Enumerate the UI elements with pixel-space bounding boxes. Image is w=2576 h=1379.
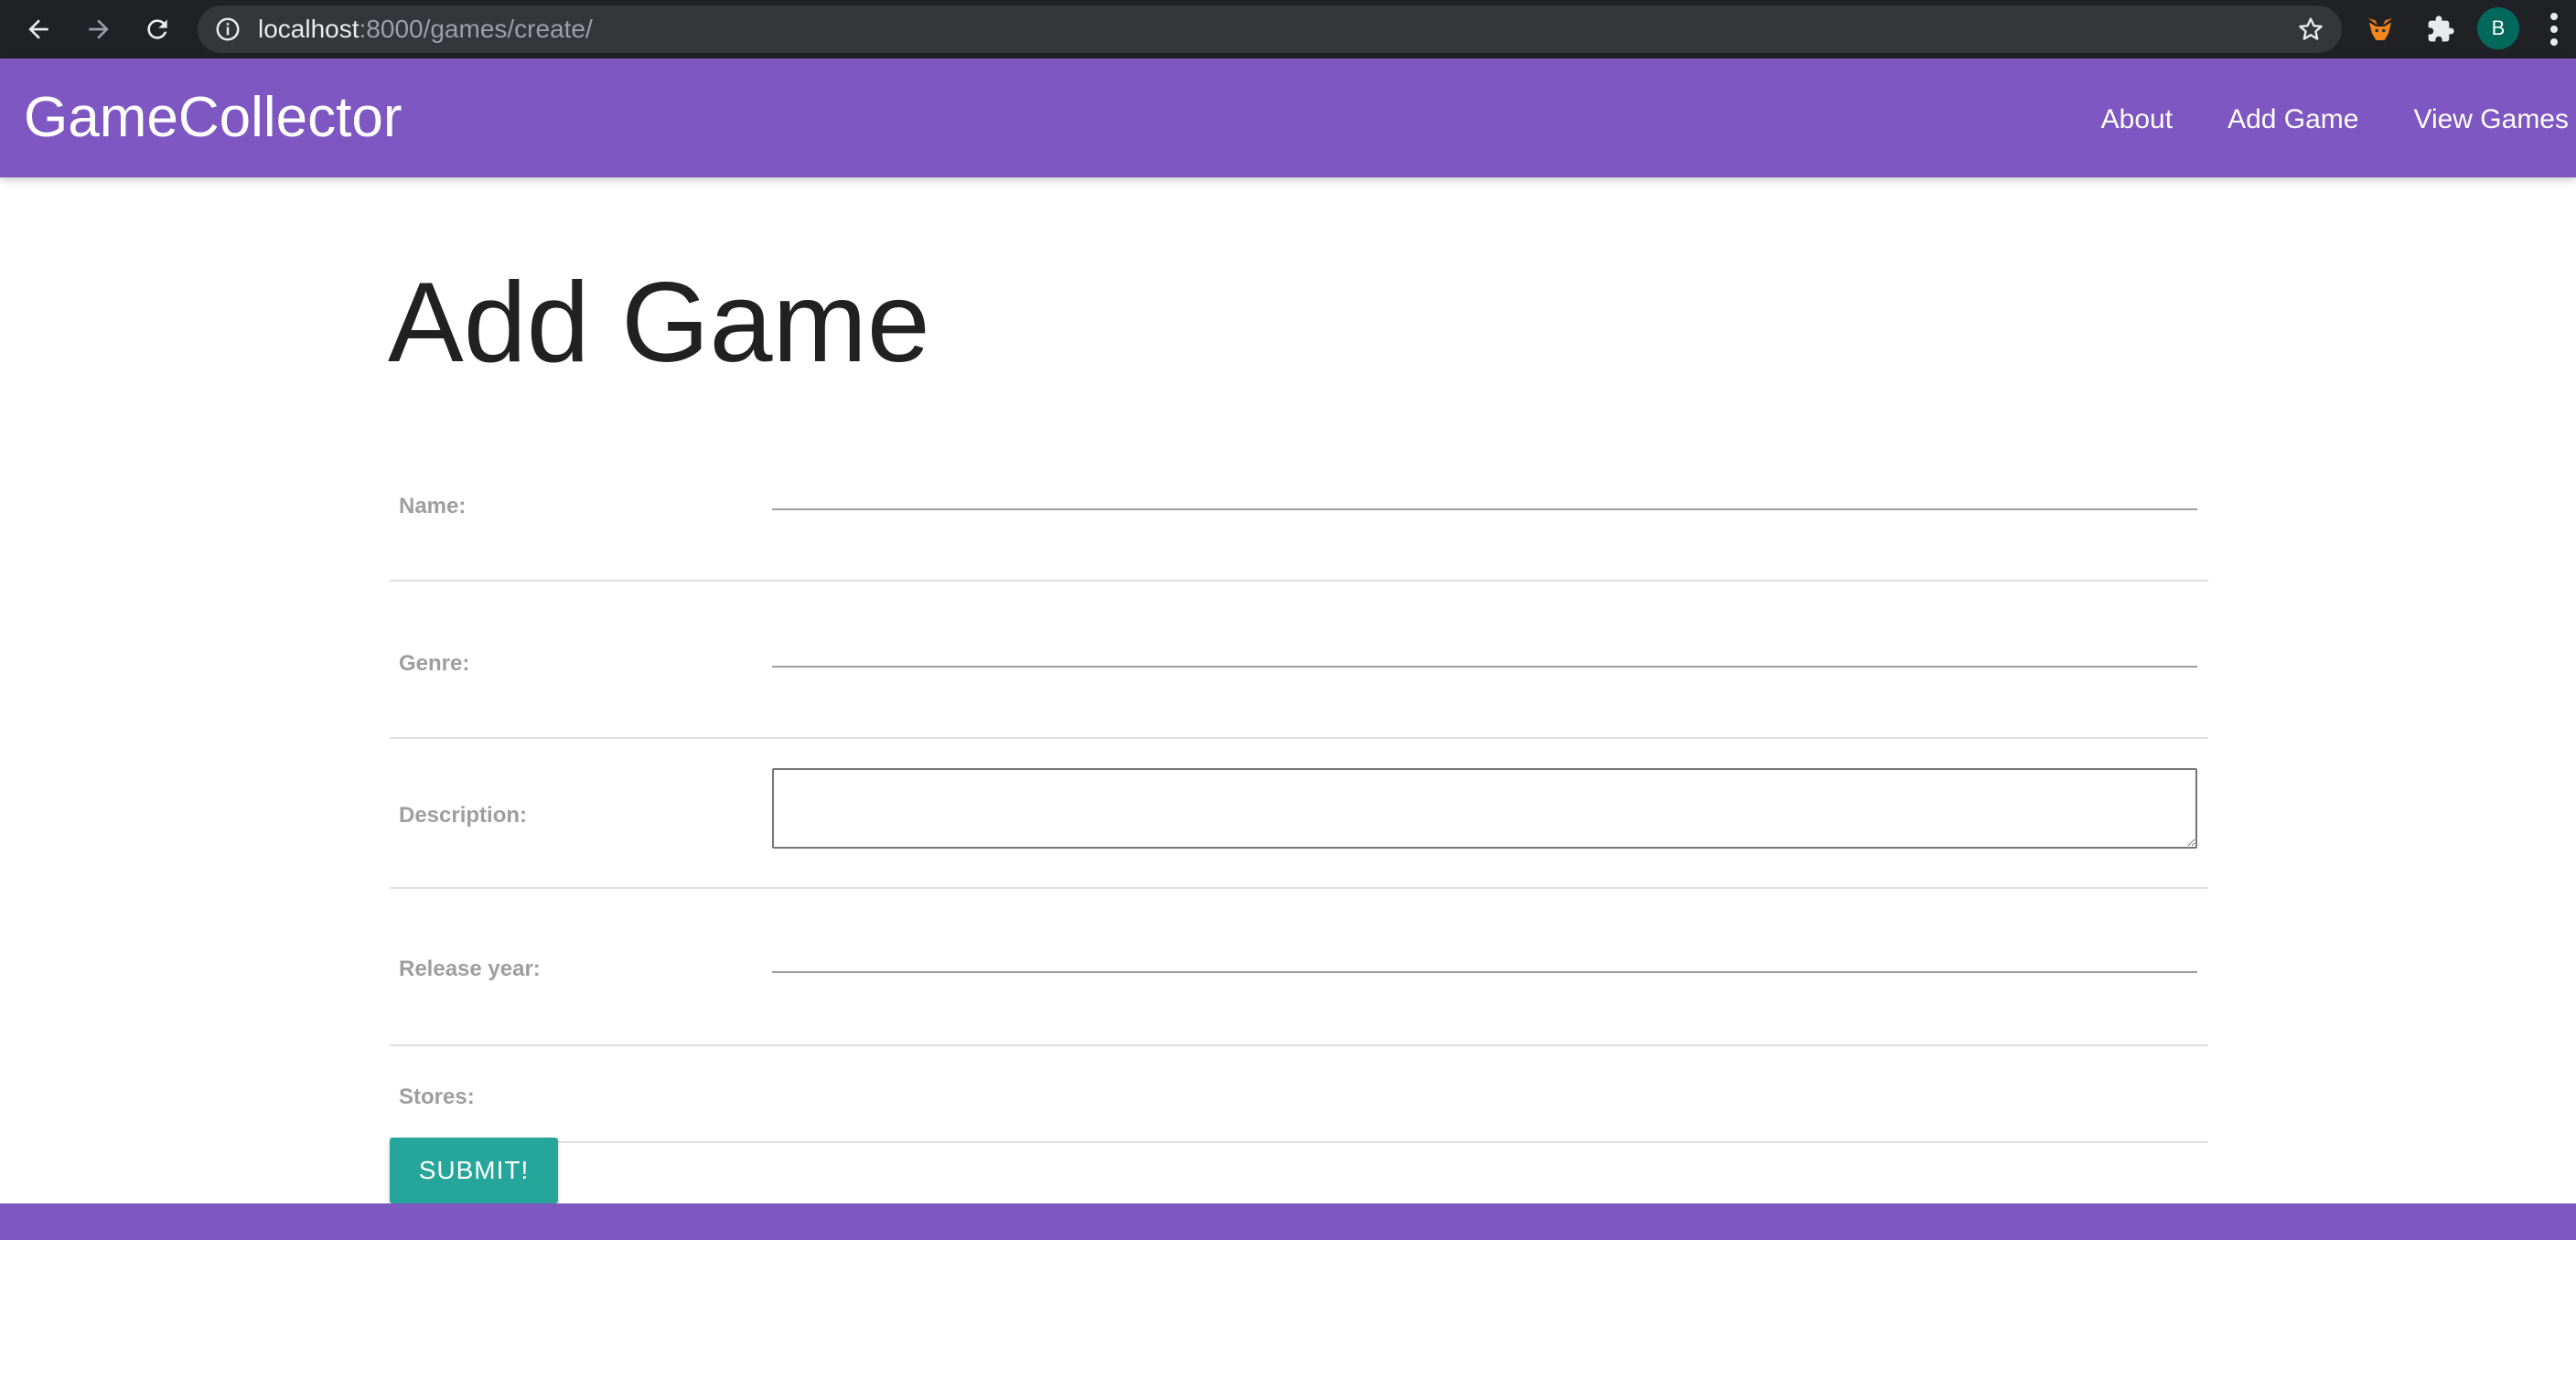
- name-label: Name:: [399, 494, 467, 518]
- form-row-name: Name:: [390, 424, 2208, 582]
- page-footer: [0, 1203, 2576, 1240]
- nav-link-about[interactable]: About: [2074, 59, 2200, 177]
- stores-label: Stores:: [399, 1085, 475, 1109]
- forward-arrow-icon: [89, 19, 109, 39]
- metamask-extension-button[interactable]: [2360, 9, 2400, 49]
- forward-button[interactable]: [77, 7, 121, 51]
- add-game-form: Name: Genre: Description: Release year: …: [390, 424, 2208, 1143]
- brand-logo-link[interactable]: GameCollector: [24, 59, 402, 177]
- puzzle-icon: [2428, 16, 2454, 42]
- info-icon[interactable]: [214, 16, 242, 43]
- submit-button[interactable]: SUBMIT!: [390, 1138, 558, 1203]
- fox-icon: [2367, 18, 2393, 40]
- genre-input[interactable]: [772, 629, 2197, 668]
- name-field-wrap: [772, 472, 2197, 510]
- form-row-description: Description:: [390, 739, 2208, 889]
- release-year-input[interactable]: [772, 935, 2197, 973]
- star-icon[interactable]: [2296, 15, 2325, 44]
- address-bar[interactable]: localhost:8000/games/create/: [198, 5, 2342, 53]
- nav-link-view-games[interactable]: View Games: [2386, 59, 2576, 177]
- profile-avatar[interactable]: B: [2477, 7, 2519, 49]
- form-row-release-year: Release year:: [390, 889, 2208, 1046]
- url-path: :8000/games/create/: [359, 15, 593, 43]
- reload-icon: [147, 19, 167, 39]
- form-row-genre: Genre:: [390, 582, 2208, 739]
- nav-links: About Add Game View Games: [2074, 59, 2576, 177]
- browser-toolbar: localhost:8000/games/create/ B: [0, 0, 2576, 59]
- url-host: localhost: [258, 15, 360, 43]
- url-text[interactable]: localhost:8000/games/create/: [258, 5, 593, 53]
- description-textarea[interactable]: [772, 768, 2197, 849]
- genre-label: Genre:: [399, 651, 470, 676]
- release-year-label: Release year:: [399, 957, 541, 981]
- back-arrow-icon: [28, 19, 48, 39]
- genre-field-wrap: [772, 629, 2197, 668]
- kebab-menu-icon[interactable]: [2543, 11, 2565, 48]
- name-input[interactable]: [772, 472, 2197, 510]
- description-field-wrap: [772, 768, 2197, 853]
- app-navbar: GameCollector About Add Game View Games: [0, 59, 2576, 177]
- release-year-field-wrap: [772, 935, 2197, 973]
- back-button[interactable]: [16, 7, 60, 51]
- nav-link-add-game[interactable]: Add Game: [2200, 59, 2386, 177]
- description-label: Description:: [399, 803, 528, 828]
- form-row-stores: Stores:: [390, 1046, 2208, 1143]
- extensions-button[interactable]: [2420, 9, 2461, 49]
- page-title: Add Game: [388, 260, 930, 386]
- reload-button[interactable]: [135, 7, 179, 51]
